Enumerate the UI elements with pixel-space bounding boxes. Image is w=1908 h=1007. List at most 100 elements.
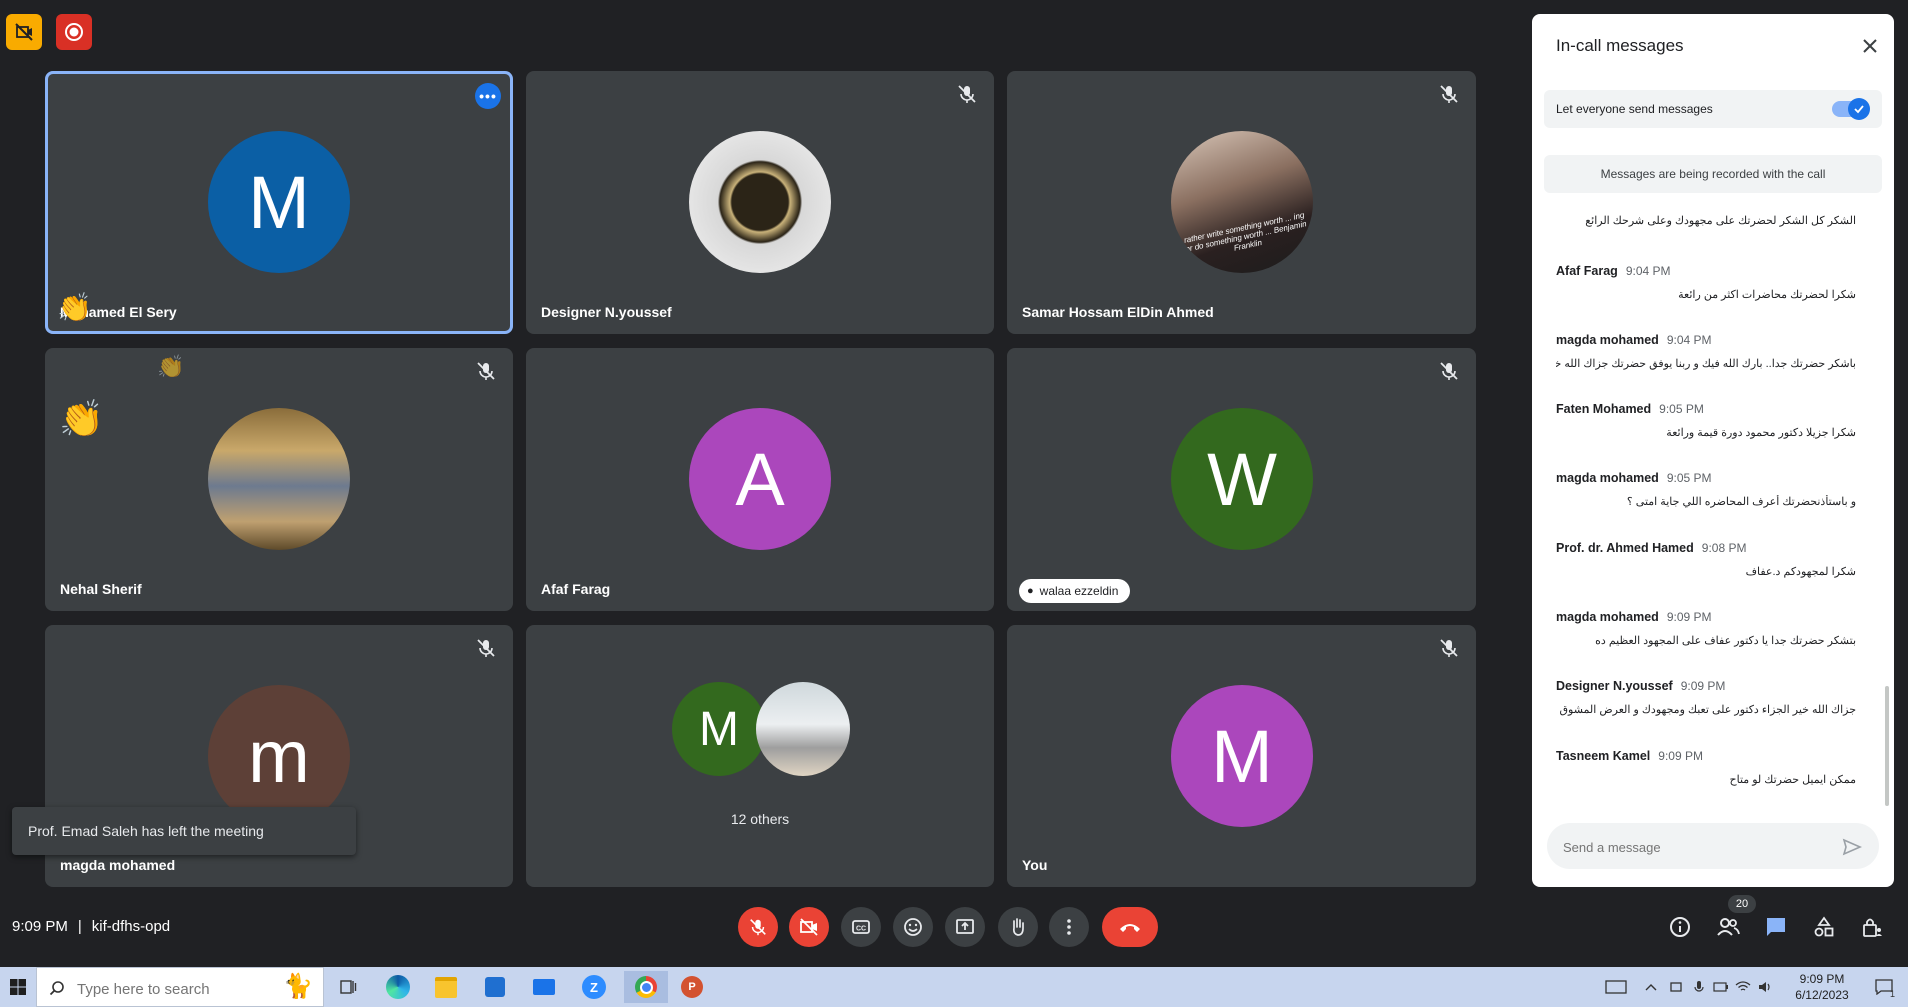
message-input-box [1547, 823, 1879, 869]
avatar: W [1171, 408, 1313, 550]
info-icon [1670, 917, 1690, 937]
host-controls-button[interactable] [1857, 912, 1887, 942]
message-item: Designer N.youssef 9:09 PM جزاك الله خير … [1556, 679, 1856, 716]
participant-tile-afaf[interactable]: A Afaf Farag [526, 348, 994, 611]
close-icon[interactable] [1860, 36, 1880, 56]
present-button[interactable] [945, 907, 985, 947]
mic-off-icon [1440, 85, 1458, 103]
participant-tile-mohamed-el-sery[interactable]: M ••• Mohamed El Sery 👏 [45, 71, 513, 334]
store-icon [485, 977, 505, 997]
clock-date: 6/12/2023 [1795, 988, 1849, 1002]
zoom-button[interactable]: Z [576, 971, 612, 1003]
activities-icon [1814, 916, 1834, 937]
taskbar-search-input[interactable] [75, 977, 279, 1001]
task-view-button[interactable] [330, 971, 366, 1003]
chat-button[interactable] [1761, 912, 1791, 942]
file-explorer-button[interactable] [428, 971, 464, 1003]
taskbar-clock[interactable]: 9:09 PM 6/12/2023 [1780, 971, 1864, 1003]
avatar: M [672, 682, 766, 776]
send-message-input[interactable] [1561, 835, 1835, 859]
microphone-tray-icon[interactable] [1688, 971, 1710, 1003]
reactions-button[interactable] [893, 907, 933, 947]
send-icon[interactable] [1841, 836, 1863, 858]
mail-button[interactable] [526, 971, 562, 1003]
scrollbar[interactable] [1885, 686, 1889, 806]
pinned-name-chip: ● walaa ezzeldin [1019, 579, 1131, 603]
more-vert-icon [1067, 919, 1071, 935]
taskbar-search-box[interactable]: 🐈 [36, 967, 324, 1007]
camera-off-status-icon [6, 14, 42, 50]
notifications-button[interactable]: 1 [1866, 971, 1902, 1003]
mic-toggle-button[interactable] [738, 907, 778, 947]
cat-doodle-icon: 🐈 [283, 973, 313, 1000]
edge-taskbar-button[interactable] [380, 971, 416, 1003]
clock-time: 9:09 PM [1799, 972, 1845, 986]
notification-count: 1 [1890, 989, 1896, 999]
people-button[interactable] [1713, 912, 1743, 942]
show-hidden-icons-chevron-icon[interactable] [1640, 971, 1662, 1003]
meeting-details-button[interactable] [1665, 912, 1695, 942]
end-call-icon [1120, 924, 1140, 932]
search-icon [49, 981, 64, 996]
mail-icon [533, 979, 555, 995]
camera-off-icon [800, 918, 818, 936]
let-everyone-send-toggle[interactable] [1832, 98, 1870, 120]
task-view-icon [340, 980, 357, 994]
raise-hand-button[interactable] [998, 907, 1038, 947]
powerpoint-button[interactable]: P [674, 971, 710, 1003]
message-item: Faten Mohamed 9:05 PM شكرا جزيلا دكتور مح… [1556, 402, 1856, 439]
edge-icon [386, 975, 410, 999]
chat-icon [1767, 918, 1785, 936]
lock-person-icon [1863, 918, 1882, 937]
participant-name: Afaf Farag [541, 581, 611, 597]
avatar: M [1171, 685, 1313, 827]
clap-reaction-icon: 👏 [157, 354, 185, 379]
participant-name: Designer N.youssef [541, 304, 672, 320]
camera-toggle-button[interactable] [789, 907, 829, 947]
toggle-row: Let everyone send messages [1544, 90, 1882, 128]
participant-name: You [1022, 857, 1048, 873]
captions-icon: CC [852, 920, 870, 934]
store-button[interactable] [477, 971, 513, 1003]
message-item: Afaf Farag 9:04 PM شكرا لحضرتك محاضرات اك… [1556, 264, 1856, 301]
zoom-icon: Z [582, 975, 606, 999]
avatar: M [208, 131, 350, 273]
message-fragment: الشكر كل الشكر لحضرتك على مجهودك وعلى شر… [1585, 215, 1856, 227]
start-button[interactable] [0, 971, 36, 1003]
participant-tile-walaa[interactable]: W ● walaa ezzeldin [1007, 348, 1476, 611]
activities-button[interactable] [1809, 912, 1839, 942]
volume-icon[interactable] [1754, 971, 1776, 1003]
webcam-tray-icon[interactable] [1664, 971, 1688, 1003]
message-item: Prof. dr. Ahmed Hamed 9:08 PM شكرا لمجهود… [1556, 541, 1856, 578]
more-options-button[interactable] [1049, 907, 1089, 947]
presenter-icon: ● [1027, 585, 1034, 597]
participant-name: magda mohamed [60, 857, 176, 873]
avatar [208, 408, 350, 550]
battery-icon[interactable] [1710, 971, 1732, 1003]
participant-tile-nehal[interactable]: 👏 👏 Nehal Sherif [45, 348, 513, 611]
message-item: magda mohamed 9:04 PM باشكر حضرتك جدا.. ب… [1556, 333, 1856, 370]
message-item: magda mohamed 9:09 PM بتشكر حضرتك جدا يا … [1556, 610, 1856, 647]
check-icon [1848, 98, 1870, 120]
more-options-button[interactable]: ••• [475, 83, 501, 109]
avatar: m [208, 685, 350, 827]
chrome-button[interactable] [624, 971, 668, 1003]
people-icon [1717, 918, 1740, 936]
participant-tile-designer[interactable]: Designer N.youssef [526, 71, 994, 334]
others-count-label: 12 others [730, 811, 790, 827]
mic-off-icon [477, 362, 495, 380]
wifi-icon[interactable] [1732, 971, 1754, 1003]
in-call-messages-panel: In-call messages Let everyone send messa… [1532, 14, 1894, 887]
participant-tile-you[interactable]: M You [1007, 625, 1476, 887]
mic-off-icon [1440, 362, 1458, 380]
participant-tile-others[interactable]: M 12 others [526, 625, 994, 887]
avatar: A [689, 408, 831, 550]
photo-caption: rather write something worth ... ing or … [1183, 210, 1308, 254]
avatar: rather write something worth ... ing or … [1171, 131, 1313, 273]
chrome-icon [635, 976, 657, 998]
leave-call-button[interactable] [1102, 907, 1158, 947]
keyboard-icon[interactable] [1598, 971, 1634, 1003]
participant-tile-samar[interactable]: rather write something worth ... ing or … [1007, 71, 1476, 334]
powerpoint-icon: P [681, 976, 703, 998]
captions-button[interactable]: CC [841, 907, 881, 947]
